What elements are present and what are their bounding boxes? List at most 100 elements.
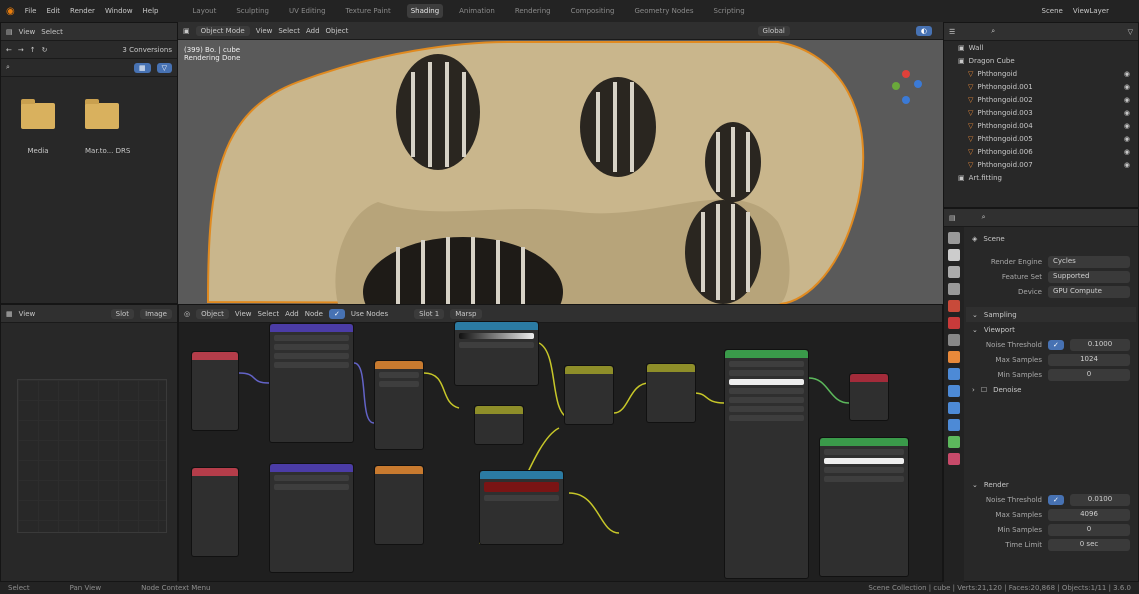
use-nodes-checkbox[interactable]: ✓	[329, 308, 345, 319]
visibility-eye-icon[interactable]: ◉	[1124, 96, 1130, 104]
object-mode-dropdown[interactable]: Object Mode	[195, 25, 250, 36]
menu-select[interactable]: Select	[258, 310, 280, 318]
node-header[interactable]	[270, 324, 353, 332]
menu-edit[interactable]: Edit	[46, 7, 60, 15]
node-header[interactable]	[850, 374, 888, 382]
menu-select[interactable]: Select	[278, 27, 300, 35]
shader-editor[interactable]: ◎ Object View Select Add Node ✓ Use Node…	[178, 304, 943, 582]
path-label[interactable]: 3 Conversions	[122, 46, 172, 54]
menu-add[interactable]: Add	[285, 310, 299, 318]
tab-geometry-nodes[interactable]: Geometry Nodes	[630, 4, 697, 18]
tab-sculpting[interactable]: Sculpting	[232, 4, 273, 18]
menu-window[interactable]: Window	[105, 7, 133, 15]
folder-icon[interactable]: ▤	[6, 28, 13, 36]
menu-render[interactable]: Render	[70, 7, 95, 15]
nav-gizmo[interactable]	[892, 70, 922, 104]
object-tab-icon[interactable]	[948, 351, 960, 363]
menu-object[interactable]: Object	[326, 27, 349, 35]
denoise-subpanel-header[interactable]: › ☐ Denoise	[966, 382, 1136, 397]
collection-row[interactable]: ▣ Dragon Cube	[944, 54, 1138, 67]
menu-view[interactable]: View	[235, 310, 252, 318]
outliner-object-row[interactable]: ▽ Phthongoid.001 ◉	[944, 80, 1138, 93]
max-samples-field[interactable]: 4096	[1048, 508, 1130, 521]
visibility-eye-icon[interactable]: ◉	[1124, 83, 1130, 91]
view-layer-tab-icon[interactable]	[948, 283, 960, 295]
search-icon[interactable]: ⌕	[991, 27, 995, 36]
refresh-icon[interactable]: ↻	[42, 46, 48, 54]
node-header[interactable]	[375, 361, 423, 369]
scene-tab-icon[interactable]	[948, 300, 960, 312]
menu-view[interactable]: View	[19, 28, 36, 36]
material-dropdown[interactable]: Marsp	[450, 308, 482, 319]
node-texture-coord[interactable]	[191, 351, 239, 431]
outliner-object-row[interactable]: ▽ Phthongoid.007 ◉	[944, 158, 1138, 171]
min-samples-field[interactable]: 0	[1048, 368, 1130, 381]
node-header[interactable]	[480, 471, 563, 479]
node-header[interactable]	[192, 468, 238, 476]
transform-orientation-dropdown[interactable]: Global	[757, 25, 790, 36]
outliner-object-row[interactable]: ▽ Phthongoid ◉	[944, 67, 1138, 80]
scene-selector[interactable]: Scene	[1042, 7, 1063, 15]
modifier-tab-icon[interactable]	[948, 368, 960, 380]
max-samples-field[interactable]: 1024	[1048, 353, 1130, 366]
node-noise-texture[interactable]	[374, 360, 424, 450]
outliner-object-row[interactable]: ▽ Phthongoid.002 ◉	[944, 93, 1138, 106]
image-button[interactable]: Image	[140, 308, 172, 319]
tab-shading[interactable]: Shading	[406, 4, 444, 18]
viewport-subpanel-header[interactable]: ⌄ Viewport	[966, 322, 1136, 337]
tab-animation[interactable]: Animation	[455, 4, 499, 18]
blender-logo-icon[interactable]: ◉	[6, 6, 15, 17]
search-icon[interactable]: ⌕	[6, 63, 10, 72]
outliner-object-row[interactable]: ▽ Phthongoid.003 ◉	[944, 106, 1138, 119]
tab-rendering[interactable]: Rendering	[511, 4, 555, 18]
visibility-eye-icon[interactable]: ◉	[1124, 135, 1130, 143]
node-math-b[interactable]	[646, 363, 696, 423]
render-subpanel-header[interactable]: ⌄ Render	[966, 477, 1136, 492]
noise-threshold-checkbox[interactable]: ✓	[1048, 494, 1064, 505]
3d-viewport[interactable]: ▣ Object Mode View Select Add Object Glo…	[178, 22, 943, 304]
thumbnail-view-button[interactable]: ▦	[133, 62, 151, 73]
node-header[interactable]	[647, 364, 695, 372]
menu-node[interactable]: Node	[305, 310, 323, 318]
slot-dropdown[interactable]: Slot 1	[414, 308, 445, 319]
node-mapping-2[interactable]	[269, 463, 354, 573]
visibility-eye-icon[interactable]: ◉	[1124, 122, 1130, 130]
visibility-eye-icon[interactable]: ◉	[1124, 148, 1130, 156]
outliner-object-row[interactable]: ▽ Phthongoid.006 ◉	[944, 145, 1138, 158]
slot-button[interactable]: Slot	[110, 308, 135, 319]
filter-icon[interactable]: ▽	[1128, 28, 1133, 36]
min-samples-field[interactable]: 0	[1048, 523, 1130, 536]
node-header[interactable]	[725, 350, 808, 358]
visibility-eye-icon[interactable]: ◉	[1124, 109, 1130, 117]
time-limit-field[interactable]: 0 sec	[1048, 538, 1130, 551]
menu-add[interactable]: Add	[306, 27, 320, 35]
material-tab-icon[interactable]	[948, 453, 960, 465]
editor-type-icon[interactable]: ☰	[949, 28, 955, 36]
filter-button[interactable]: ▽	[156, 62, 172, 73]
search-icon[interactable]: ⌕	[982, 213, 986, 222]
menu-select[interactable]: Select	[41, 28, 63, 36]
constraints-tab-icon[interactable]	[948, 419, 960, 431]
menu-help[interactable]: Help	[143, 7, 159, 15]
node-header[interactable]	[192, 352, 238, 360]
menu-view[interactable]: View	[19, 310, 36, 318]
node-header[interactable]	[270, 464, 353, 472]
node-texture-coord-2[interactable]	[191, 467, 239, 557]
render-tab-icon[interactable]	[948, 249, 960, 261]
outliner-object-row[interactable]: ▽ Phthongoid.004 ◉	[944, 119, 1138, 132]
shading-rendered-button[interactable]: ◐	[915, 25, 932, 36]
node-color-ramp-2[interactable]	[479, 470, 564, 545]
feature-set-dropdown[interactable]: Supported	[1048, 270, 1130, 283]
node-material-output[interactable]	[849, 373, 889, 421]
node-header[interactable]	[820, 438, 908, 446]
tab-compositing[interactable]: Compositing	[567, 4, 619, 18]
render-engine-dropdown[interactable]: Cycles	[1048, 255, 1130, 268]
folder-item[interactable]: Mar.to... DRS	[85, 99, 130, 155]
collection-tab-icon[interactable]	[948, 334, 960, 346]
physics-tab-icon[interactable]	[948, 402, 960, 414]
collection-row[interactable]: ▣ Art.fitting	[944, 171, 1138, 184]
back-arrow-icon[interactable]: ←	[6, 46, 12, 54]
visibility-eye-icon[interactable]: ◉	[1124, 70, 1130, 78]
tab-scripting[interactable]: Scripting	[710, 4, 749, 18]
node-principled-bsdf[interactable]	[724, 349, 809, 579]
